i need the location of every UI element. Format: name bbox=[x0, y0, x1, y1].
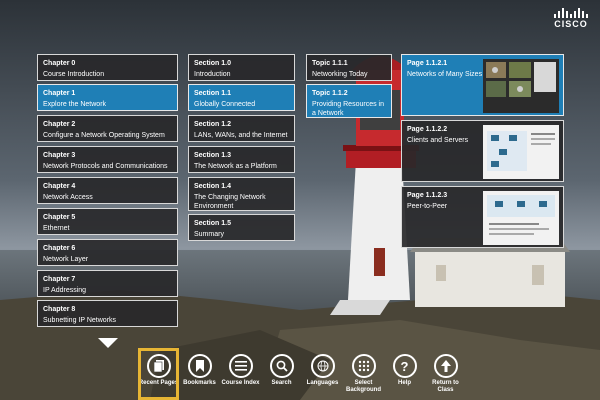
topic-subtitle: Providing Resources in a Network bbox=[312, 101, 384, 117]
page-tile[interactable]: Page 1.1.2.1 Networks of Many Sizes bbox=[401, 54, 564, 116]
section-subtitle: Globally Connected bbox=[194, 101, 256, 108]
chapter-title: Chapter 5 bbox=[43, 214, 76, 221]
page-thumbnail bbox=[483, 125, 559, 179]
search-button[interactable]: Search bbox=[261, 348, 302, 400]
page-thumbnail bbox=[483, 59, 559, 113]
page-thumbnail bbox=[483, 191, 559, 245]
chapter-title: Chapter 0 bbox=[43, 60, 76, 67]
bottom-toolbar: Recent Pages Bookmarks Course Index Sear… bbox=[138, 348, 468, 400]
section-title: Section 1.2 bbox=[194, 121, 231, 128]
chapter-title: Chapter 4 bbox=[43, 183, 76, 190]
bookmarks-button[interactable]: Bookmarks bbox=[179, 348, 220, 400]
chapter-tile[interactable]: Chapter 3 Network Protocols and Communic… bbox=[37, 146, 178, 173]
chapter-subtitle: Ethernet bbox=[43, 225, 70, 232]
topic-title: Topic 1.1.1 bbox=[312, 60, 348, 67]
search-icon bbox=[269, 354, 294, 378]
chapter-tile[interactable]: Chapter 2 Configure a Network Operating … bbox=[37, 115, 178, 142]
page-tile[interactable]: Page 1.1.2.3 Peer-to-Peer bbox=[401, 186, 564, 248]
chapter-title: Chapter 7 bbox=[43, 276, 76, 283]
section-title: Section 1.1 bbox=[194, 90, 231, 97]
list-icon bbox=[228, 354, 253, 378]
chapter-subtitle: Course Introduction bbox=[43, 71, 105, 78]
topic-subtitle: Networking Today bbox=[312, 71, 368, 78]
course-index-label: Course Index bbox=[221, 380, 260, 386]
chapter-subtitle: IP Addressing bbox=[43, 287, 87, 294]
section-tile[interactable]: Section 1.0 Introduction bbox=[188, 54, 295, 81]
chapter-tile[interactable]: Chapter 8 Subnetting IP Networks bbox=[37, 300, 178, 327]
chapter-subtitle: Explore the Network bbox=[43, 101, 107, 108]
section-subtitle: Summary bbox=[194, 231, 224, 238]
languages-button[interactable]: Languages bbox=[302, 348, 343, 400]
scroll-down-arrow-icon[interactable] bbox=[98, 338, 118, 348]
recent-pages-label: Recent Pages bbox=[138, 380, 179, 386]
return-to-class-button[interactable]: Return to Class bbox=[425, 348, 466, 400]
section-subtitle: Introduction bbox=[194, 71, 231, 78]
topic-tile[interactable]: Topic 1.1.2 Providing Resources in a Net… bbox=[306, 84, 392, 118]
chapter-tile[interactable]: Chapter 7 IP Addressing bbox=[37, 270, 178, 297]
section-title: Section 1.4 bbox=[194, 183, 231, 190]
section-tile[interactable]: Section 1.2 LANs, WANs, and the Internet bbox=[188, 115, 295, 142]
bookmarks-label: Bookmarks bbox=[183, 380, 216, 386]
chapter-subtitle: Subnetting IP Networks bbox=[43, 317, 117, 324]
section-title: Section 1.3 bbox=[194, 152, 231, 159]
globe-icon bbox=[310, 354, 335, 378]
help-label: Help bbox=[397, 380, 411, 386]
chapter-subtitle: Network Layer bbox=[43, 256, 89, 263]
chapter-tile[interactable]: Chapter 4 Network Access bbox=[37, 177, 178, 204]
section-tile[interactable]: Section 1.4 The Changing Network Environ… bbox=[188, 177, 295, 211]
chapter-title: Chapter 6 bbox=[43, 245, 76, 252]
arrow-up-icon bbox=[433, 354, 458, 378]
chapter-tile[interactable]: Chapter 1 Explore the Network bbox=[37, 84, 178, 111]
chapter-title: Chapter 3 bbox=[43, 152, 76, 159]
section-tile[interactable]: Section 1.1 Globally Connected bbox=[188, 84, 295, 111]
section-subtitle: LANs, WANs, and the Internet bbox=[194, 132, 288, 139]
course-index-button[interactable]: Course Index bbox=[220, 348, 261, 400]
cisco-bars-icon bbox=[554, 8, 588, 18]
search-label: Search bbox=[271, 380, 292, 386]
recent-pages-icon bbox=[146, 354, 171, 378]
section-tile[interactable]: Section 1.3 The Network as a Platform bbox=[188, 146, 295, 173]
return-to-class-label: Return to Class bbox=[432, 380, 459, 393]
recent-pages-button[interactable]: Recent Pages bbox=[138, 348, 179, 400]
languages-label: Languages bbox=[306, 380, 339, 386]
page-tile[interactable]: Page 1.1.2.2 Clients and Servers bbox=[401, 120, 564, 182]
chapter-title: Chapter 2 bbox=[43, 121, 76, 128]
chapter-tile[interactable]: Chapter 0 Course Introduction bbox=[37, 54, 178, 81]
chapter-title: Chapter 8 bbox=[43, 306, 76, 313]
topic-tile[interactable]: Topic 1.1.1 Networking Today bbox=[306, 54, 392, 81]
section-tile[interactable]: Section 1.5 Summary bbox=[188, 214, 295, 241]
help-icon: ? bbox=[392, 354, 417, 378]
grid-icon bbox=[351, 354, 376, 378]
chapter-title: Chapter 1 bbox=[43, 90, 76, 97]
chapter-subtitle: Configure a Network Operating System bbox=[43, 132, 165, 139]
bookmark-icon bbox=[187, 354, 212, 378]
select-background-button[interactable]: Select Background bbox=[343, 348, 384, 400]
section-title: Section 1.0 bbox=[194, 60, 231, 67]
chapter-subtitle: Network Access bbox=[43, 194, 93, 201]
section-subtitle: The Network as a Platform bbox=[194, 163, 277, 170]
select-background-label: Select Background bbox=[345, 380, 381, 393]
chapter-tile[interactable]: Chapter 5 Ethernet bbox=[37, 208, 178, 235]
help-button[interactable]: ? Help bbox=[384, 348, 425, 400]
chapter-subtitle: Network Protocols and Communications bbox=[43, 163, 168, 170]
section-title: Section 1.5 bbox=[194, 220, 231, 227]
section-subtitle: The Changing Network Environment bbox=[194, 194, 266, 210]
chapter-tile[interactable]: Chapter 6 Network Layer bbox=[37, 239, 178, 266]
cisco-logo: CISCO bbox=[554, 8, 588, 29]
topic-title: Topic 1.1.2 bbox=[312, 90, 348, 97]
cisco-wordmark: CISCO bbox=[554, 19, 588, 29]
